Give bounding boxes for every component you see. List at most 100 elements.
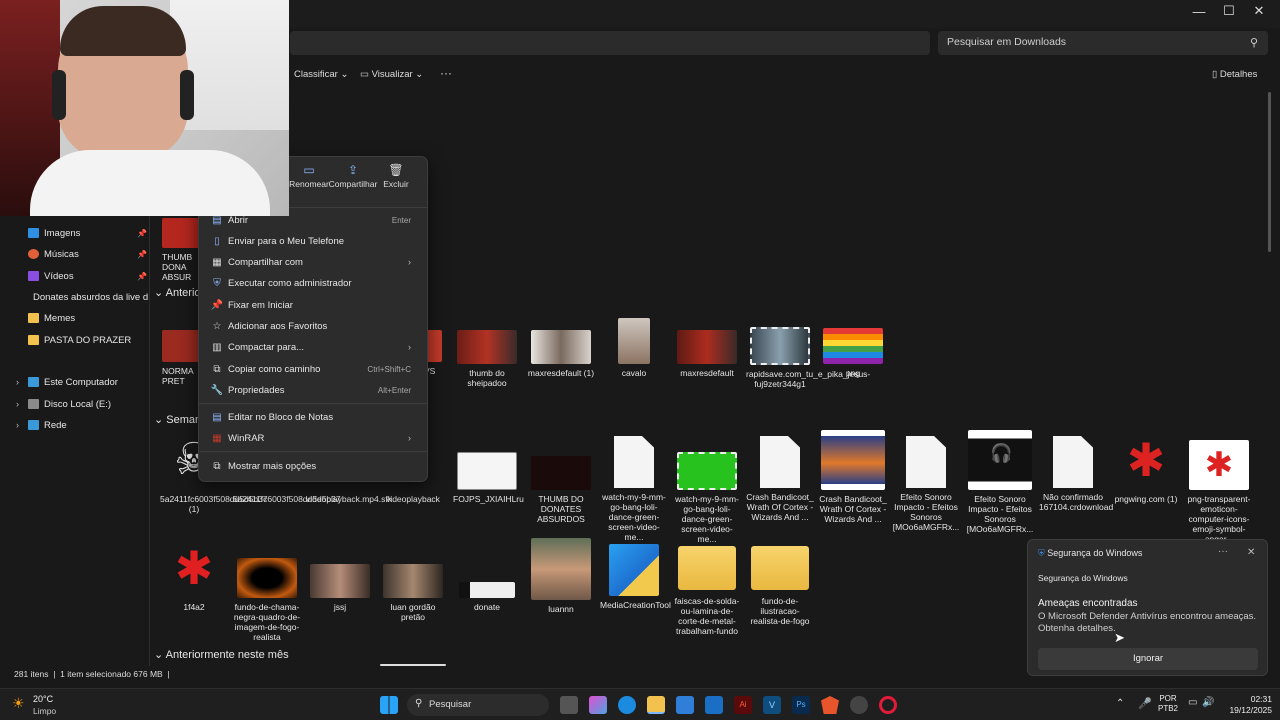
vertical-scrollbar[interactable] [1268, 92, 1271, 252]
file-item[interactable]: jssj [306, 564, 374, 612]
file-item[interactable]: maxresdefault [673, 330, 741, 378]
brave-icon[interactable] [821, 696, 839, 714]
file-item[interactable]: Crash Bandicoot_ Wrath Of Cortex - Wizar… [746, 436, 814, 522]
menu-item-share-with[interactable]: ▦ Compartilhar com › [207, 252, 421, 272]
more-options-button[interactable]: ··· [440, 66, 452, 80]
file-item[interactable]: faiscas-de-solda-ou-lamina-de-corte-de-m… [673, 542, 741, 636]
search-input[interactable]: Pesquisar em Downloads ⚲ [938, 31, 1268, 55]
weather-icon[interactable]: ☀ [12, 695, 25, 712]
close-button[interactable]: ✕ [1244, 0, 1274, 22]
file-item[interactable]: videoplayback [379, 494, 447, 504]
menu-item-add-favorites[interactable]: ☆ Adicionar aos Favoritos [207, 316, 421, 336]
file-item[interactable]: fundo-de-ilustracao-realista-de-fogo [746, 542, 814, 626]
sidebar-item-este-computador[interactable]: › Este Computador [16, 372, 118, 392]
file-item[interactable]: ✱ pngwing.com (1) [1112, 430, 1180, 504]
details-button[interactable]: ▯ Detalhes [1212, 69, 1257, 80]
file-item[interactable]: THUMB DO DONATES ABSURDOS [527, 456, 595, 524]
outlook-icon[interactable] [705, 696, 723, 714]
copilot-icon[interactable] [589, 696, 607, 714]
file-item[interactable]: fundo-de-chama-negra-quadro-de-imagem-de… [233, 558, 301, 642]
file-item[interactable]: luannn [527, 538, 595, 614]
group-header[interactable]: ⌄ Anteriormente neste mês [154, 648, 289, 661]
weather-temp[interactable]: 20°C [33, 694, 53, 704]
file-item[interactable]: thumb do sheipadoo [453, 330, 521, 388]
sidebar-item-donates[interactable]: Donates absurdos da live do L [28, 287, 148, 307]
video-thumbnail: 🎧 [968, 430, 1032, 490]
file-item[interactable]: donate [453, 582, 521, 612]
image-thumbnail [162, 218, 200, 248]
file-item[interactable]: 🎧 Efeito Sonoro Impacto - Efeitos Sonoros… [966, 430, 1034, 534]
file-item[interactable]: rapidsave.com_tu_e_pika_jesus-fuj9zetr34… [746, 327, 870, 389]
file-item[interactable]: FOJPS_JXIAIHLru [453, 452, 524, 504]
sidebar-item-memes[interactable]: Memes [28, 308, 75, 328]
menu-item-edit-notepad[interactable]: ▤ Editar no Bloco de Notas [207, 407, 421, 427]
security-toast[interactable]: ⛨ Segurança do Windows ··· ✕ Segurança d… [1027, 539, 1268, 676]
menu-item-more-options[interactable]: ⧉ Mostrar mais opções [207, 456, 421, 476]
file-explorer-icon[interactable] [647, 696, 665, 714]
file-item[interactable]: cavalo [600, 318, 668, 378]
file-item[interactable]: ✱ 1f4a2 [160, 538, 228, 612]
vegas-icon[interactable]: V [763, 696, 781, 714]
horizontal-scrollbar[interactable] [380, 664, 446, 666]
file-item[interactable]: Crash Bandicoot_ Wrath Of Cortex - Wizar… [819, 430, 887, 524]
pin-icon: 📌 [137, 229, 147, 238]
toast-close-button[interactable]: ✕ [1247, 547, 1255, 558]
file-item[interactable]: watch-my-9-mm-go-bang-loli-dance-green-s… [673, 452, 741, 544]
volume-icon[interactable]: 🔊 [1202, 697, 1214, 708]
menu-item-pin-start[interactable]: 📌 Fixar em Iniciar [207, 295, 421, 315]
toast-more-button[interactable]: ··· [1218, 546, 1228, 557]
menu-item-copy-path[interactable]: ⧉ Copiar como caminho Ctrl+Shift+C [207, 359, 421, 379]
file-item[interactable]: Efeito Sonoro Impacto - Efeitos Sonoros … [892, 436, 960, 532]
menu-item-run-as-admin[interactable]: ⛨ Executar como administrador [207, 273, 421, 293]
language-indicator[interactable]: POR PTB2 [1158, 694, 1178, 714]
minimize-button[interactable]: — [1184, 0, 1214, 22]
sidebar-item-videos[interactable]: Vídeos [28, 266, 74, 286]
file-item[interactable]: png [819, 328, 887, 378]
view-button[interactable]: ▭ Visualizar ⌄ [360, 69, 423, 80]
command-bar: Classificar ⌄ ▭ Visualizar ⌄ ··· ▯ Detal… [280, 62, 1280, 90]
file-item[interactable]: MediaCreationTool [600, 544, 671, 610]
sidebar-item-pasta[interactable]: PASTA DO PRAZER [28, 330, 131, 350]
obs-icon[interactable] [850, 696, 868, 714]
task-view-icon[interactable] [560, 696, 578, 714]
file-item[interactable]: ✱ png-transparent-emoticon-computer-icons… [1185, 440, 1253, 544]
chevron-up-icon[interactable]: ⌃ [1116, 698, 1124, 709]
delete-button[interactable]: 🗑 Excluir [370, 164, 422, 189]
file-item[interactable]: watch-my-9-mm-go-bang-loli-dance-green-s… [600, 436, 668, 542]
taskbar-search[interactable]: ⚲ Pesquisar [407, 694, 549, 716]
image-thumbnail [531, 456, 591, 490]
sidebar-item-rede[interactable]: › Rede [16, 415, 67, 435]
menu-item-compress[interactable]: ▥ Compactar para... › [207, 337, 421, 357]
maximize-button[interactable]: ☐ [1214, 0, 1244, 22]
pin-icon: 📌 [210, 299, 224, 311]
file-item[interactable]: maxresdefault (1) [527, 330, 595, 378]
file-item[interactable]: NORMA PRET [162, 330, 202, 386]
store-icon[interactable] [676, 696, 694, 714]
file-item[interactable]: THUMB DONA ABSUR [162, 218, 202, 282]
menu-item-properties[interactable]: 🔧 Propriedades Alt+Enter [207, 380, 421, 400]
address-bar[interactable] [290, 31, 930, 55]
file-item[interactable]: luan gordão pretão [379, 564, 447, 622]
file-item[interactable]: videoplayback.mp4.sfk [306, 494, 392, 504]
clock[interactable]: 02:31 19/12/2025 [1222, 694, 1272, 716]
microphone-icon[interactable]: 🎤 [1138, 697, 1152, 710]
zip-icon: ▥ [212, 341, 222, 353]
ignore-button[interactable]: Ignorar [1038, 648, 1258, 670]
menu-item-winrar[interactable]: ▦ WinRAR › [207, 428, 421, 448]
sidebar-item-musicas[interactable]: Músicas [28, 244, 79, 264]
illustrator-icon[interactable]: Ai [734, 696, 752, 714]
file-item[interactable]: 5a2411fc6003f508dd5d5b37 [233, 494, 341, 504]
rainbow-flag-thumbnail [823, 328, 883, 364]
photoshop-icon[interactable]: Ps [792, 696, 810, 714]
group-header[interactable]: ⌄ Anterior [154, 286, 204, 299]
sidebar-item-imagens[interactable]: Imagens [28, 223, 80, 243]
start-icon[interactable] [380, 696, 398, 714]
file-item[interactable]: Não confirmado 167104.crdownload [1039, 436, 1113, 512]
opera-gx-icon[interactable] [879, 696, 897, 714]
headphones-icon [180, 70, 194, 120]
sort-button[interactable]: Classificar ⌄ [294, 69, 348, 80]
edge-icon[interactable] [618, 696, 636, 714]
network-icon[interactable]: ▭ [1188, 697, 1197, 708]
sidebar-item-disco-local[interactable]: › Disco Local (E:) [16, 394, 111, 414]
menu-item-send-to-phone[interactable]: ▯ Enviar para o Meu Telefone [207, 231, 421, 251]
